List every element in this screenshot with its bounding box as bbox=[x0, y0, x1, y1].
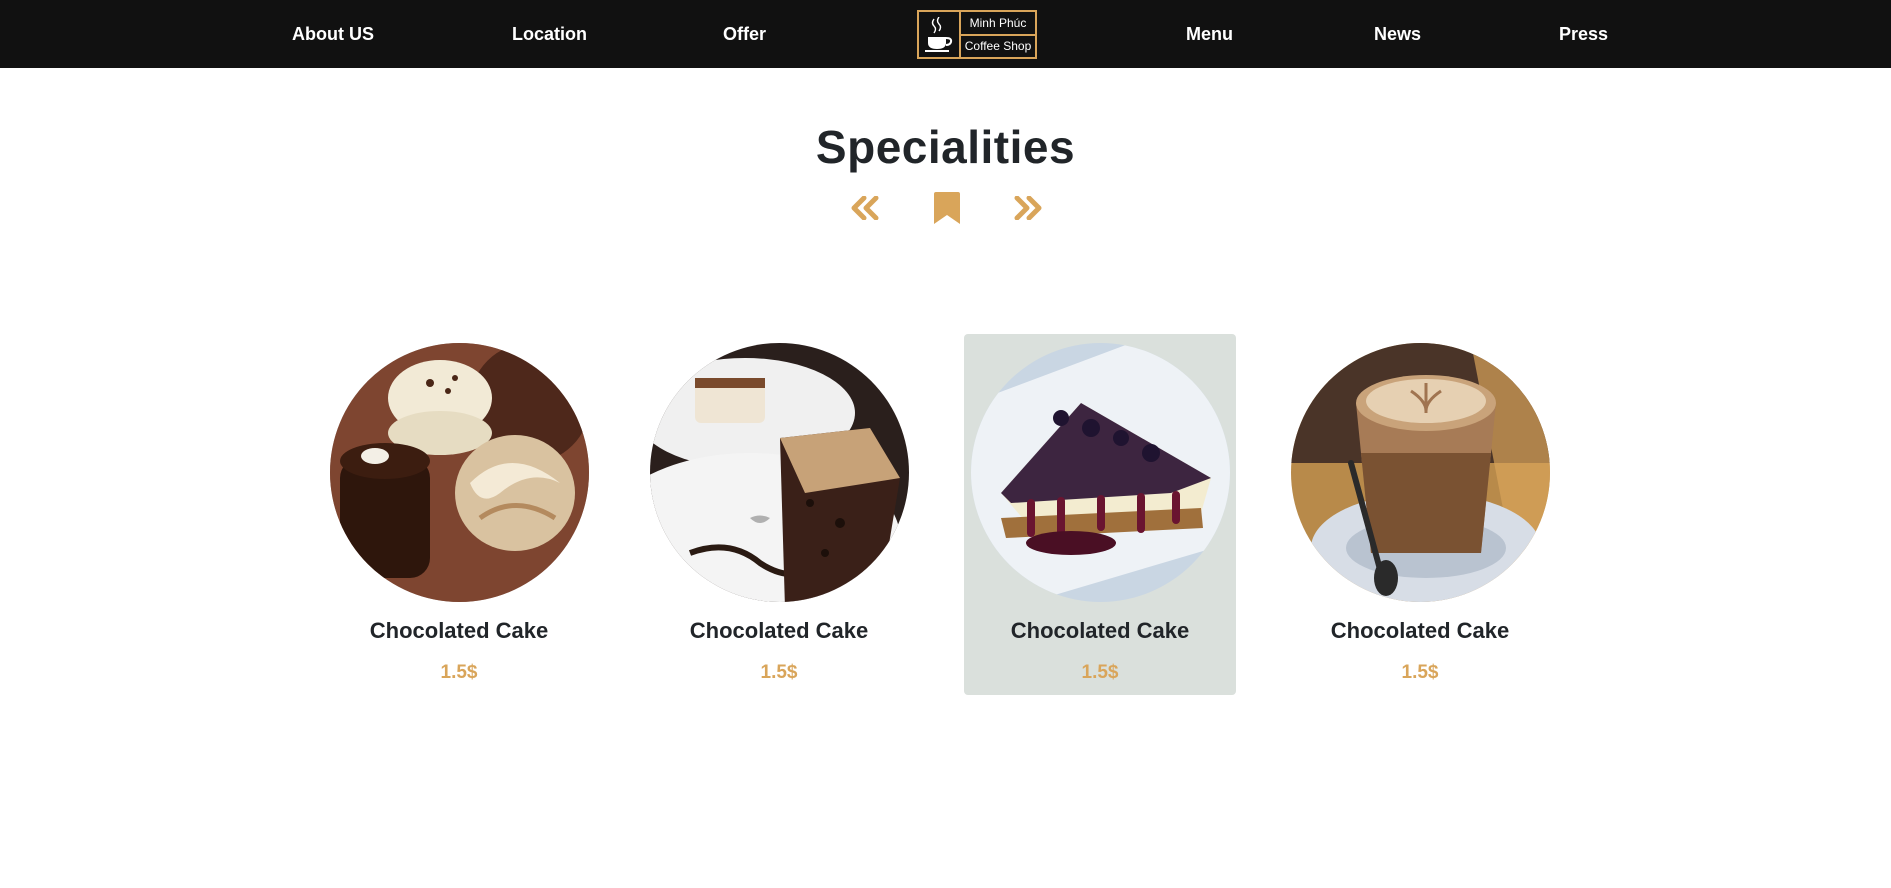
product-name: Chocolated Cake bbox=[689, 618, 869, 643]
logo-text-line2: Coffee Shop bbox=[964, 39, 1032, 54]
product-price: 1.5$ bbox=[1401, 662, 1439, 683]
double-chevron-right-icon[interactable] bbox=[1013, 195, 1043, 225]
latte-coffee-photo bbox=[1291, 343, 1550, 602]
coffee-cup-icon bbox=[919, 12, 961, 57]
product-price: 1.5$ bbox=[1081, 662, 1119, 683]
product-card-active[interactable]: Chocolated Cake 1.5$ bbox=[964, 334, 1236, 695]
nav-link-about-us[interactable]: About US bbox=[292, 0, 374, 68]
product-price: 1.5$ bbox=[440, 662, 478, 683]
product-price: 1.5$ bbox=[760, 662, 798, 683]
chocolate-cake-slice-photo bbox=[650, 343, 909, 602]
nav-link-menu[interactable]: Menu bbox=[1186, 0, 1233, 68]
section-title: Specialities bbox=[815, 121, 1076, 173]
site-logo[interactable]: Minh Phúc Coffee Shop bbox=[917, 10, 1037, 59]
logo-text-line1: Minh Phúc bbox=[961, 12, 1035, 36]
double-chevron-left-icon[interactable] bbox=[850, 195, 880, 225]
carousel-controls bbox=[0, 188, 1891, 228]
product-name: Chocolated Cake bbox=[1330, 618, 1510, 643]
blueberry-cheesecake-photo bbox=[971, 343, 1230, 602]
nav-link-press[interactable]: Press bbox=[1559, 0, 1608, 68]
chocolate-truffles-photo bbox=[330, 343, 589, 602]
top-navbar: About US Location Offer Minh Phúc Coffee… bbox=[0, 0, 1891, 68]
nav-link-news[interactable]: News bbox=[1374, 0, 1421, 68]
product-card[interactable]: Chocolated Cake 1.5$ bbox=[643, 334, 915, 695]
product-card[interactable]: Chocolated Cake 1.5$ bbox=[323, 334, 595, 695]
product-name: Chocolated Cake bbox=[369, 618, 549, 643]
nav-link-offer[interactable]: Offer bbox=[723, 0, 766, 68]
product-card[interactable]: Chocolated Cake 1.5$ bbox=[1284, 334, 1556, 695]
nav-link-location[interactable]: Location bbox=[512, 0, 587, 68]
bookmark-icon[interactable] bbox=[933, 191, 961, 230]
product-name: Chocolated Cake bbox=[1010, 618, 1190, 643]
